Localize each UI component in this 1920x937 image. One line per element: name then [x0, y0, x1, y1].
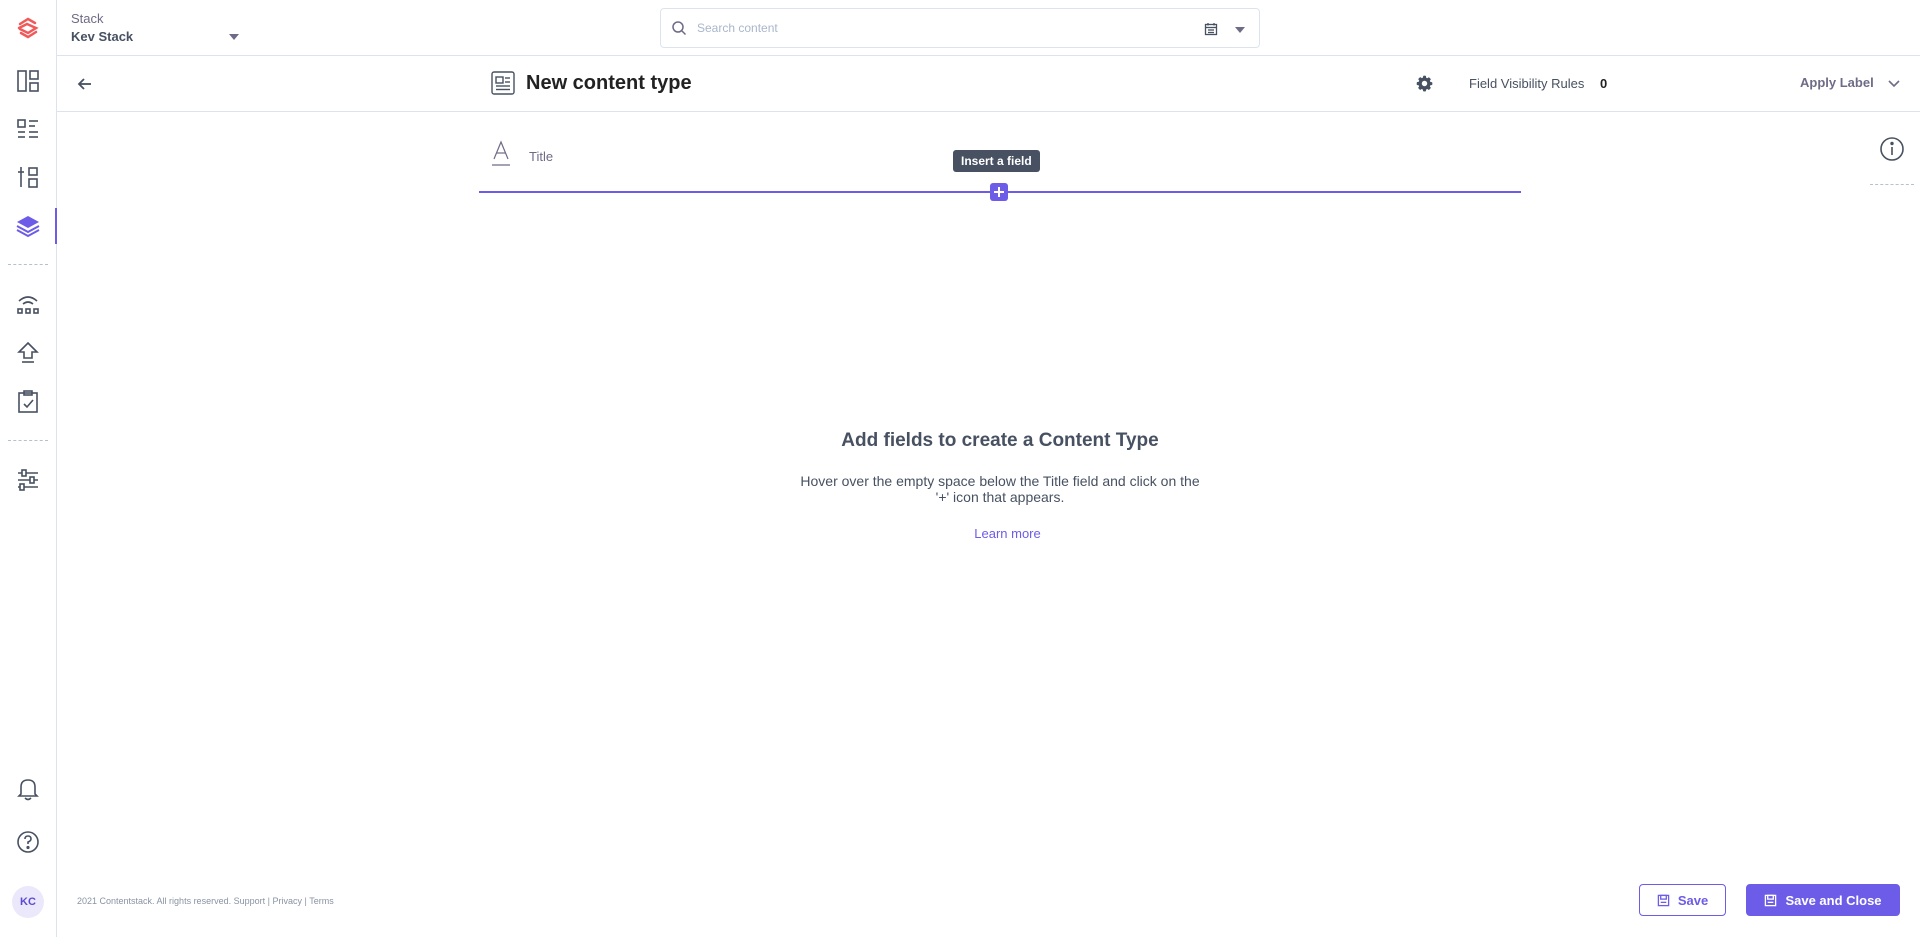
- settings-sliders-icon[interactable]: [14, 466, 42, 494]
- back-arrow-icon[interactable]: [75, 74, 95, 94]
- content-type-icon: [491, 71, 515, 95]
- search-input[interactable]: [697, 18, 1177, 38]
- top-header: Stack Kev Stack: [57, 0, 1920, 56]
- stack-caret-down-icon[interactable]: [229, 34, 239, 40]
- chevron-down-icon[interactable]: [1887, 76, 1901, 90]
- copyright-text: 2021 Contentstack. All rights reserved.: [77, 896, 232, 906]
- content-models-icon[interactable]: [14, 163, 42, 191]
- empty-state-description: Hover over the empty space below the Tit…: [800, 473, 1200, 505]
- search-filter-caret-down-icon[interactable]: [1235, 27, 1245, 33]
- terms-link[interactable]: Terms: [309, 896, 334, 906]
- save-and-close-button-label: Save and Close: [1785, 892, 1882, 908]
- gear-icon[interactable]: [1416, 75, 1433, 92]
- stack-label: Stack: [71, 11, 104, 26]
- help-icon[interactable]: [14, 828, 42, 856]
- info-panel-divider: [1870, 184, 1914, 185]
- search-icon: [672, 21, 687, 36]
- left-sidebar: KC: [0, 0, 57, 937]
- page-header: New content type Field Visibility Rules …: [57, 56, 1920, 112]
- save-and-close-button[interactable]: Save and Close: [1746, 884, 1900, 916]
- dashboard-icon[interactable]: [14, 67, 42, 95]
- tasks-icon[interactable]: [14, 388, 42, 416]
- save-icon: [1657, 894, 1670, 906]
- apply-label-button[interactable]: Apply Label: [1800, 75, 1874, 90]
- insert-field-plus-button[interactable]: [990, 183, 1008, 201]
- plus-icon: [994, 187, 1004, 197]
- support-link[interactable]: Support: [234, 896, 266, 906]
- field-visibility-rules-count: 0: [1600, 76, 1608, 91]
- releases-icon[interactable]: [14, 290, 42, 318]
- search-box: [660, 8, 1260, 48]
- info-icon[interactable]: [1879, 136, 1905, 162]
- privacy-link[interactable]: Privacy: [273, 896, 303, 906]
- stack-selector[interactable]: Kev Stack: [71, 29, 133, 44]
- title-field-label: Title: [529, 149, 554, 164]
- field-visibility-rules-link[interactable]: Field Visibility Rules: [1469, 76, 1584, 91]
- user-avatar[interactable]: KC: [12, 886, 44, 918]
- calendar-icon[interactable]: [1204, 22, 1218, 36]
- footer-links: 2021 Contentstack. All rights reserved. …: [77, 896, 334, 906]
- content-types-icon[interactable]: [14, 212, 42, 240]
- insert-field-tooltip: Insert a field: [953, 150, 1040, 172]
- entries-icon[interactable]: [14, 115, 42, 143]
- page-title[interactable]: New content type: [526, 72, 692, 95]
- notifications-icon[interactable]: [14, 774, 42, 802]
- nav-separator: [8, 264, 48, 265]
- footer-separator: |: [267, 896, 270, 906]
- learn-more-link[interactable]: Learn more: [900, 526, 1115, 541]
- empty-state-heading: Add fields to create a Content Type: [841, 430, 1159, 451]
- active-nav-indicator: [55, 208, 57, 244]
- nav-separator: [8, 440, 48, 441]
- text-field-icon: [492, 140, 510, 166]
- save-icon: [1765, 894, 1777, 906]
- deploy-icon[interactable]: [14, 339, 42, 367]
- save-button-label: Save: [1677, 892, 1709, 908]
- footer-separator: |: [304, 896, 307, 906]
- contentstack-logo-icon[interactable]: [14, 14, 42, 42]
- save-button[interactable]: Save: [1639, 884, 1726, 916]
